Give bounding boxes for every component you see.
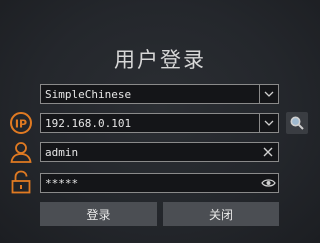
ip-address-value: 192.168.0.101 — [45, 117, 132, 130]
eye-icon — [260, 179, 276, 187]
svg-text:IP: IP — [15, 118, 27, 131]
ip-address-select[interactable]: 192.168.0.101 — [40, 113, 279, 133]
close-icon — [263, 147, 273, 157]
ip-icon: IP — [10, 112, 32, 134]
login-button[interactable]: 登录 — [40, 202, 157, 226]
language-dropdown-button[interactable] — [259, 85, 278, 103]
search-device-button[interactable] — [286, 112, 308, 134]
chevron-down-icon — [264, 120, 274, 126]
login-dialog: 用户登录 SimpleChinese IP 192.168.0.101 admi… — [0, 0, 320, 243]
username-input[interactable]: admin — [40, 142, 279, 162]
password-input[interactable]: ***** — [40, 173, 279, 193]
chevron-down-icon — [264, 91, 274, 97]
close-button[interactable]: 关闭 — [163, 202, 279, 226]
language-value: SimpleChinese — [45, 88, 132, 101]
username-value: admin — [45, 146, 79, 159]
search-icon — [290, 116, 304, 130]
lock-icon — [11, 170, 31, 194]
page-title: 用户登录 — [114, 48, 206, 72]
show-password-button[interactable] — [260, 175, 276, 191]
user-icon — [10, 142, 32, 163]
clear-username-button[interactable] — [260, 144, 276, 160]
password-value: ***** — [45, 177, 79, 190]
ip-dropdown-button[interactable] — [259, 114, 278, 132]
language-select[interactable]: SimpleChinese — [40, 84, 279, 104]
